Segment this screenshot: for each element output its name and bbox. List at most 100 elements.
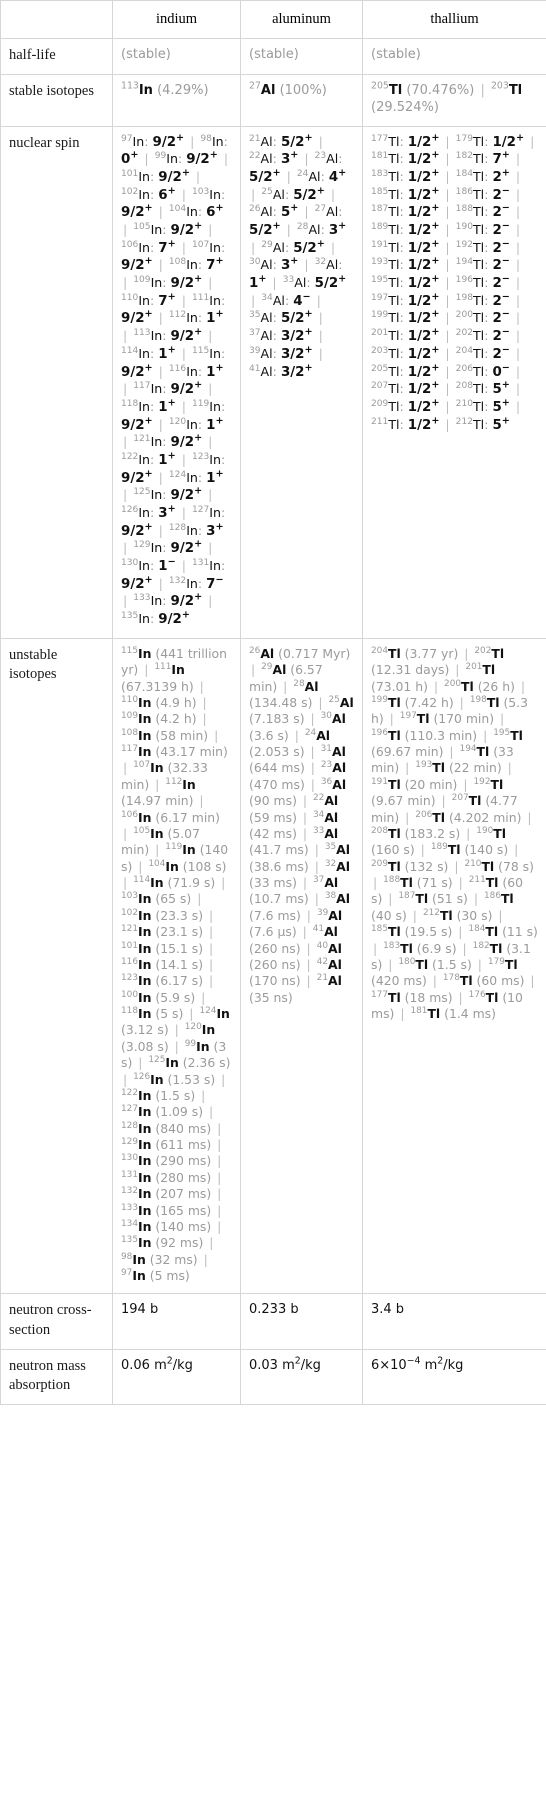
cell-value: 0.06 m2/kg xyxy=(121,1355,193,1373)
isotope-symbol: 188Tl xyxy=(455,204,485,220)
cell-indium-stable-isotopes: 113In (4.29%) xyxy=(112,74,241,127)
cell-aluminum-half-life: (stable) xyxy=(240,38,363,76)
isotope-symbol: 127In xyxy=(121,1104,152,1120)
isotope-symbol: 205Tl xyxy=(371,80,403,99)
isotope-symbol: 98In xyxy=(121,1251,146,1267)
isotope-symbol: 24Al xyxy=(304,727,331,743)
isotope-symbol: 198Tl xyxy=(469,694,500,710)
isotope-symbol: 97In xyxy=(121,1267,146,1284)
isotope-symbol: 39Al xyxy=(249,345,273,361)
isotope-symbol: 176Tl xyxy=(468,989,499,1005)
isotope-symbol: 135In xyxy=(121,1235,152,1251)
table-row: nuclear spin 97In: 9/2+ | 98In: 0+ | 99In… xyxy=(0,125,546,639)
isotope-symbol: 26Al xyxy=(249,204,273,220)
isotope-symbol: 128In xyxy=(121,1120,152,1136)
isotope-symbol: 26Al xyxy=(249,645,275,661)
isotope-symbol: 35Al xyxy=(324,842,351,858)
isotope-symbol: 120In xyxy=(168,416,198,432)
isotope-symbol: 106In xyxy=(121,809,152,825)
isotope-symbol: 113In xyxy=(121,80,153,99)
isotope-symbol: 108In xyxy=(168,257,198,273)
isotope-symbol: 108In xyxy=(121,727,152,743)
isotope-symbol: 35Al xyxy=(249,310,273,326)
isotope-symbol: 116In xyxy=(168,363,198,379)
isotope-symbol: 192Tl xyxy=(473,776,504,792)
isotope-symbol: 122In xyxy=(121,1087,152,1103)
isotope-symbol: 203Tl xyxy=(490,80,523,99)
isotope-symbol: 195Tl xyxy=(371,274,400,291)
isotope-symbol: 24Al xyxy=(296,168,321,184)
isotope-symbol: 133In xyxy=(121,1202,152,1218)
isotope-symbol: 184Tl xyxy=(468,924,499,940)
isotope-symbol: 207Tl xyxy=(451,793,482,809)
cell-indium-nuclear-spin: 97In: 9/2+ | 98In: 0+ | 99In: 9/2+ | 101… xyxy=(112,125,241,639)
isotope-symbol: 181Tl xyxy=(410,1005,441,1022)
row-label-stable-isotopes: stable isotopes xyxy=(0,74,113,127)
isotope-symbol: 179Tl xyxy=(487,956,518,972)
isotope-symbol: 134In xyxy=(121,1218,152,1234)
isotope-symbol: 115In xyxy=(191,345,221,361)
isotope-symbol: 36Al xyxy=(320,776,347,792)
isotope-symbol: 122In xyxy=(121,451,151,467)
isotope-symbol: 114In xyxy=(133,874,164,891)
table-row: half-life (stable) (stable) (stable) xyxy=(0,38,546,76)
isotope-symbol: 195Tl xyxy=(493,727,523,743)
isotope-symbol: 32Al xyxy=(324,858,351,874)
isotope-symbol: 186Tl xyxy=(455,186,485,202)
isotope-symbol: 135In xyxy=(121,610,151,627)
isotope-symbol: 127In xyxy=(191,504,221,520)
isotope-symbol: 130In xyxy=(121,557,151,574)
isotope-symbol: 109In xyxy=(133,274,163,291)
cell-aluminum-neutron-mass-absorption: 0.03 m2/kg xyxy=(240,1348,363,1405)
isotope-symbol: 190Tl xyxy=(455,221,485,237)
isotope-symbol: 104In xyxy=(148,858,179,874)
isotope-symbol: 180Tl xyxy=(398,956,429,972)
isotope-symbol: 104In xyxy=(168,204,198,220)
isotope-symbol: 41Al xyxy=(249,363,273,379)
isotope-symbol: 209Tl xyxy=(371,858,401,874)
cell-value: (stable) xyxy=(371,47,421,63)
cell-aluminum-unstable-isotopes: 26Al (0.717 Myr) | 29Al (6.57 min) | 28A… xyxy=(240,637,363,1295)
isotope-symbol: 123In xyxy=(121,973,152,989)
isotope-symbol: 25Al xyxy=(328,694,354,710)
isotope-symbol: 117In xyxy=(121,743,152,760)
isotope-symbol: 186Tl xyxy=(483,891,514,907)
isotope-symbol: 130In xyxy=(121,1153,152,1169)
isotope-symbol: 210Tl xyxy=(455,398,485,414)
isotope-symbol: 197Tl xyxy=(399,711,430,727)
isotope-symbol: 120In xyxy=(184,1022,216,1038)
isotope-symbol: 125In xyxy=(133,487,163,503)
header-corner-cell xyxy=(0,0,113,40)
isotope-symbol: 41Al xyxy=(312,924,338,940)
isotope-symbol: 119In xyxy=(165,842,196,858)
isotope-symbol: 211Tl xyxy=(468,874,499,891)
isotope-symbol: 185Tl xyxy=(371,186,400,202)
isotope-symbol: 181Tl xyxy=(371,151,400,167)
isotope-symbol: 23Al xyxy=(314,151,339,167)
cell-value: 6×10−4 m2/kg xyxy=(371,1355,464,1373)
isotope-symbol: 197Tl xyxy=(371,292,400,308)
isotope-symbol: 205Tl xyxy=(371,363,400,379)
row-label-unstable-isotopes: unstable isotopes xyxy=(0,637,113,1295)
isotope-symbol: 201Tl xyxy=(465,662,496,678)
isotope-symbol: 99In xyxy=(154,151,178,167)
isotope-symbol: 208Tl xyxy=(455,381,485,397)
isotope-symbol: 206Tl xyxy=(455,363,485,379)
isotope-symbol: 190Tl xyxy=(476,825,506,841)
isotope-symbol: 31Al xyxy=(320,743,346,760)
isotope-symbol: 27Al xyxy=(314,204,339,220)
isotope-symbol: 129In xyxy=(121,1136,152,1153)
isotope-symbol: 123In xyxy=(191,451,221,467)
isotope-symbol: 97In xyxy=(121,133,145,149)
cell-aluminum-nuclear-spin: 21Al: 5/2+ | 22Al: 3+ | 23Al: 5/2+ | 24A… xyxy=(240,125,363,639)
isotope-symbol: 118In xyxy=(121,1005,152,1022)
cell-thallium-neutron-mass-absorption: 6×10−4 m2/kg xyxy=(362,1348,546,1405)
isotope-symbol: 191Tl xyxy=(371,239,400,255)
cell-thallium-half-life: (stable) xyxy=(362,38,546,76)
isotope-symbol: 112In xyxy=(168,310,198,326)
row-label-half-life: half-life xyxy=(0,38,113,76)
isotope-symbol: 38Al xyxy=(324,891,351,907)
cell-indium-unstable-isotopes: 115In (441 trillion yr) | 111In (67.3139… xyxy=(112,637,241,1295)
isotope-symbol: 210Tl xyxy=(464,858,495,874)
row-label-neutron-mass-absorption: neutron mass absorption xyxy=(0,1348,113,1405)
